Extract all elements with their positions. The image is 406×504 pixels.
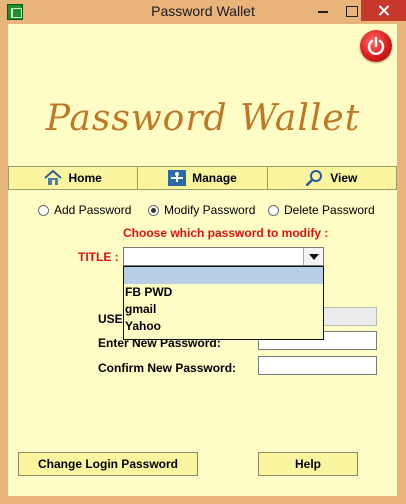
radio-label: Delete Password xyxy=(284,203,375,217)
minimize-button[interactable] xyxy=(309,2,337,20)
nav-home-button[interactable]: Home xyxy=(9,167,139,189)
home-icon xyxy=(44,169,63,186)
radio-modify-password[interactable]: Modify Password xyxy=(148,202,255,218)
radio-indicator[interactable] xyxy=(38,204,49,216)
dropdown-option[interactable]: FB PWD xyxy=(124,284,323,301)
change-login-password-button[interactable]: Change Login Password xyxy=(18,452,198,476)
chevron-down-icon[interactable] xyxy=(303,248,323,265)
logo-text: Password Wallet xyxy=(45,98,361,139)
radio-label: Modify Password xyxy=(164,203,256,217)
nav-bar: Home Manage View xyxy=(8,166,397,190)
title-dropdown-list: FB PWD gmail Yahoo xyxy=(123,266,324,340)
help-button[interactable]: Help xyxy=(258,452,358,476)
title-bar: Password Wallet xyxy=(0,0,406,24)
dropdown-option[interactable]: gmail xyxy=(124,301,323,318)
radio-add-password[interactable]: Add Password xyxy=(38,202,131,218)
title-select[interactable] xyxy=(123,247,324,266)
app-window: Password Wallet Password Wallet Home Man… xyxy=(0,0,406,504)
nav-view-label: View xyxy=(330,171,358,185)
instruction-text: Choose which password to modify : xyxy=(123,226,329,240)
nav-manage-button[interactable]: Manage xyxy=(138,167,268,189)
radio-indicator[interactable] xyxy=(268,204,279,216)
dropdown-option[interactable]: Yahoo xyxy=(124,318,323,335)
close-button[interactable] xyxy=(361,0,406,21)
username-label: USE xyxy=(98,312,123,326)
confirm-password-label: Confirm New Password: xyxy=(98,361,237,375)
confirm-password-field[interactable] xyxy=(258,356,377,375)
manage-icon xyxy=(168,170,187,186)
radio-indicator[interactable] xyxy=(148,204,159,216)
dropdown-option[interactable] xyxy=(124,267,323,284)
radio-label: Add Password xyxy=(54,203,132,217)
power-icon[interactable] xyxy=(360,30,392,62)
nav-home-label: Home xyxy=(68,171,102,185)
search-icon xyxy=(306,170,324,187)
title-label: TITLE : xyxy=(78,250,119,264)
nav-manage-label: Manage xyxy=(192,171,237,185)
radio-delete-password[interactable]: Delete Password xyxy=(268,202,375,218)
nav-view-button[interactable]: View xyxy=(268,167,396,189)
